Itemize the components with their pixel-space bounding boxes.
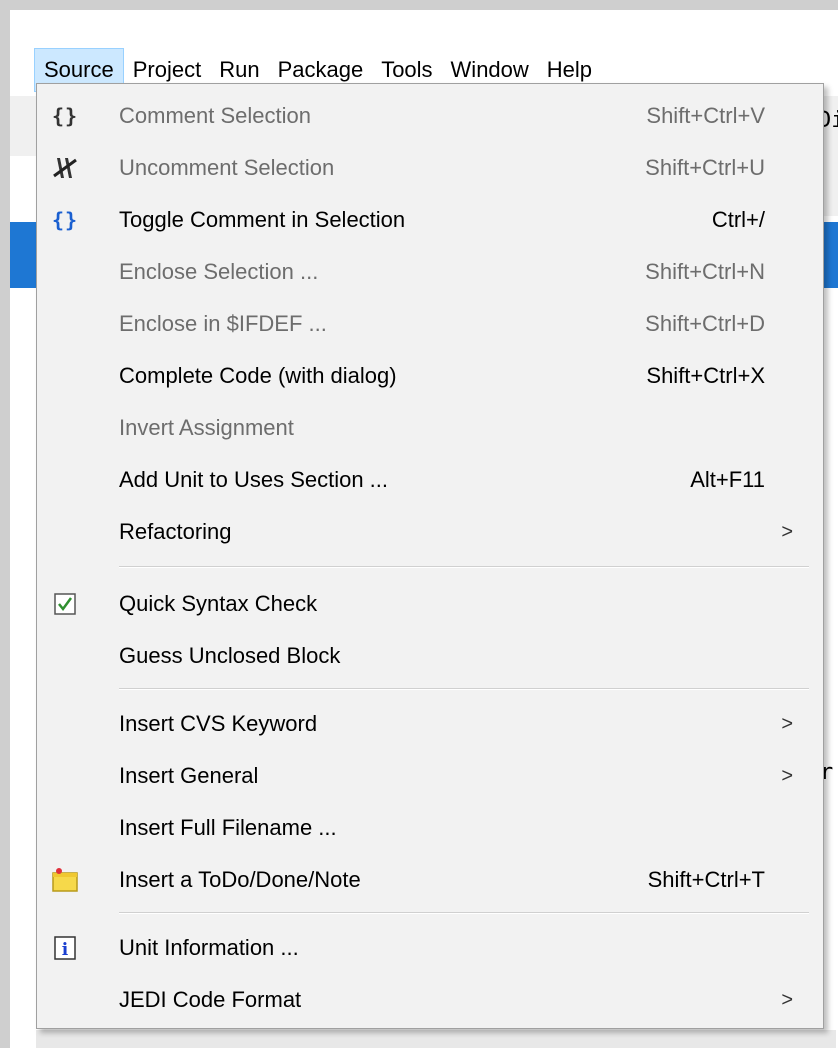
menu-item-shortcut: Alt+F11 [690, 467, 765, 492]
menu-item-label: Insert a ToDo/Done/Note [119, 867, 361, 892]
menu-item-refactoring[interactable]: Refactoring > [37, 506, 823, 558]
info-icon: i [49, 932, 81, 964]
menu-item-label: Enclose in $IFDEF ... [119, 311, 327, 336]
menu-item-add-unit[interactable]: Add Unit to Uses Section ... Alt+F11 [37, 454, 823, 506]
menu-item-label: Insert General [119, 763, 259, 788]
menu-item-enclose-ifdef[interactable]: Enclose in $IFDEF ... Shift+Ctrl+D [37, 298, 823, 350]
menu-item-label: Complete Code (with dialog) [119, 363, 397, 388]
menu-item-label: Insert CVS Keyword [119, 711, 318, 736]
menu-item-shortcut: Shift+Ctrl+V [646, 103, 765, 128]
toggle-comment-braces-icon: {} [51, 208, 79, 232]
menu-item-label: Comment Selection [119, 103, 311, 128]
window-left-edge [0, 0, 10, 1048]
menu-item-shortcut: Shift+Ctrl+U [645, 155, 765, 180]
syntax-check-icon [49, 588, 81, 620]
background-bottom-bar [36, 1030, 836, 1048]
menu-item-label: Refactoring [119, 519, 232, 544]
menu-item-uncomment-selection[interactable]: Uncomment Selection Shift+Ctrl+U [37, 142, 823, 194]
menu-item-comment-selection[interactable]: {} Comment Selection Shift+Ctrl+V [37, 90, 823, 142]
menu-item-insert-full-filename[interactable]: Insert Full Filename ... [37, 802, 823, 854]
menu-item-toggle-comment[interactable]: {} Toggle Comment in Selection Ctrl+/ [37, 194, 823, 246]
menu-item-label: Add Unit to Uses Section ... [119, 467, 389, 492]
menu-item-enclose-selection[interactable]: Enclose Selection ... Shift+Ctrl+N [37, 246, 823, 298]
submenu-arrow-icon: > [781, 520, 793, 543]
menu-item-label: Quick Syntax Check [119, 591, 318, 616]
svg-text:i: i [62, 940, 69, 960]
menu-item-label: Unit Information ... [119, 935, 299, 960]
menu-item-label: JEDI Code Format [119, 987, 302, 1012]
background-editor-tab-right [824, 222, 838, 288]
menu-item-label: Enclose Selection ... [119, 259, 319, 284]
menu-item-complete-code[interactable]: Complete Code (with dialog) Shift+Ctrl+X [37, 350, 823, 402]
uncomment-icon [49, 152, 81, 184]
menu-item-insert-general[interactable]: Insert General > [37, 750, 823, 802]
menu-item-insert-cvs-keyword[interactable]: Insert CVS Keyword > [37, 698, 823, 750]
todo-note-icon [49, 864, 81, 896]
menu-item-label: Guess Unclosed Block [119, 643, 341, 668]
comment-braces-icon: {} [51, 104, 79, 128]
menu-item-label: Invert Assignment [119, 415, 294, 440]
submenu-arrow-icon: > [781, 712, 793, 735]
background-toolbar-left [10, 96, 36, 156]
menu-separator [119, 912, 809, 914]
source-menu-dropdown: {} Comment Selection Shift+Ctrl+V Uncomm… [36, 83, 824, 1029]
menu-item-quick-syntax-check[interactable]: Quick Syntax Check [37, 578, 823, 630]
menu-item-label: Toggle Comment in Selection [119, 207, 406, 232]
menu-separator [119, 566, 809, 568]
menu-item-insert-todo[interactable]: Insert a ToDo/Done/Note Shift+Ctrl+T [37, 854, 823, 906]
submenu-arrow-icon: > [781, 764, 793, 787]
menu-item-label: Insert Full Filename ... [119, 815, 337, 840]
menu-item-shortcut: Ctrl+/ [711, 207, 765, 232]
menu-item-jedi-code-format[interactable]: JEDI Code Format > [37, 974, 823, 1026]
menu-item-unit-information[interactable]: i Unit Information ... [37, 922, 823, 974]
menu-item-shortcut: Shift+Ctrl+T [647, 867, 765, 892]
menu-item-label: Uncomment Selection [119, 155, 335, 180]
menu-item-shortcut: Shift+Ctrl+D [645, 311, 765, 336]
menu-separator [119, 688, 809, 690]
submenu-arrow-icon: > [781, 988, 793, 1011]
menu-item-guess-unclosed-block[interactable]: Guess Unclosed Block [37, 630, 823, 682]
window-top-edge [0, 0, 838, 10]
menu-item-shortcut: Shift+Ctrl+X [646, 363, 765, 388]
menu-item-invert-assignment[interactable]: Invert Assignment [37, 402, 823, 454]
background-editor-tab-left [10, 222, 36, 288]
menu-item-shortcut: Shift+Ctrl+N [645, 259, 765, 284]
